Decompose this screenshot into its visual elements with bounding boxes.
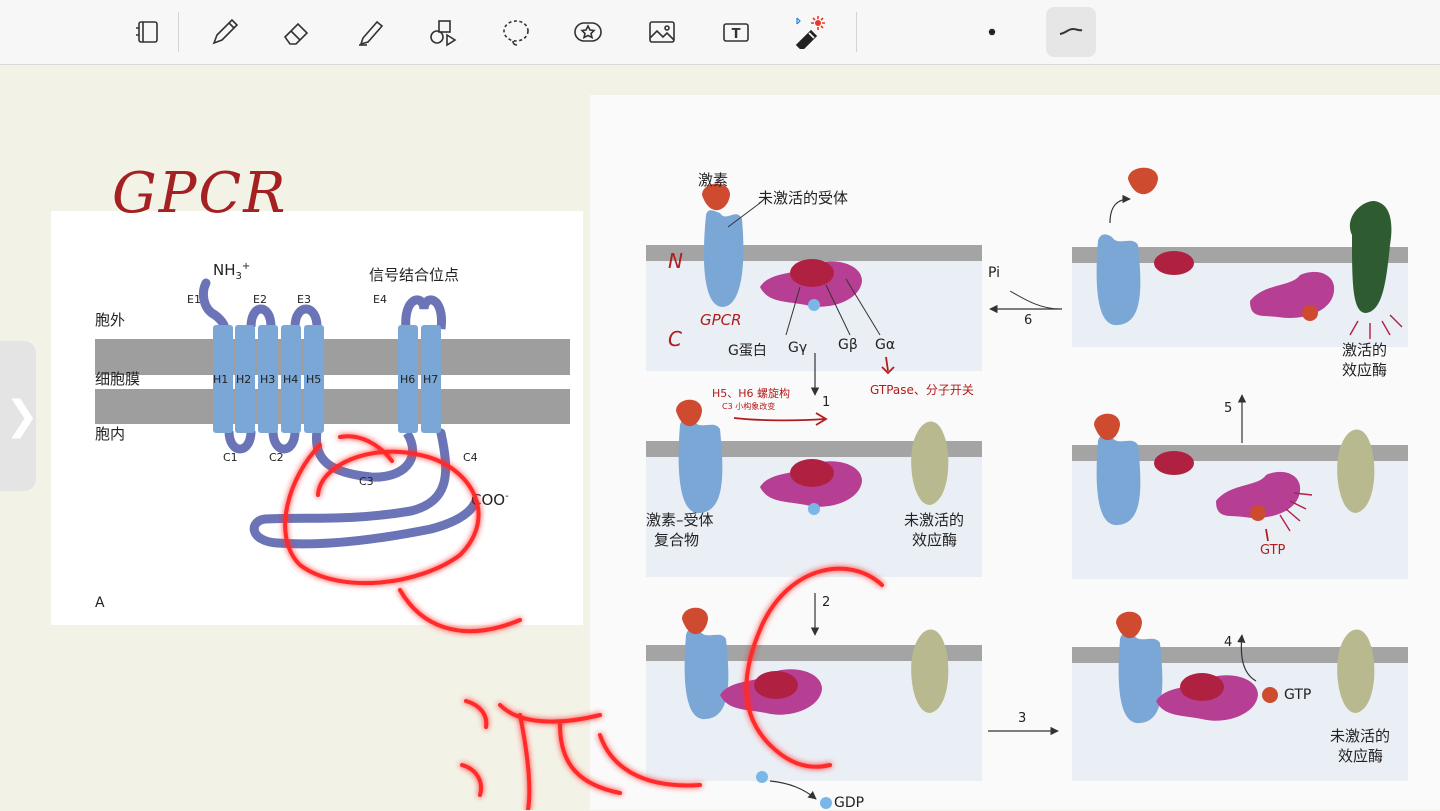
step-4-label: 4 [1224, 635, 1233, 650]
hormone-shape-panel-2 [676, 399, 702, 427]
loop-label-c1: C1 [223, 451, 238, 464]
helix-label-h6: H6 [400, 373, 416, 386]
stroke-style-icon[interactable] [1046, 7, 1096, 57]
loop-label-e3: E3 [297, 293, 311, 306]
inactive-effector-panel-2 [911, 421, 949, 505]
active-effector-label-line1: 激活的 [1342, 341, 1388, 359]
ink-big-char-hidden: 激 [0, 65, 1, 66]
drawing-toolbar: T [0, 0, 1440, 65]
loop-e2 [246, 304, 276, 328]
pen-tool-icon[interactable] [202, 10, 246, 54]
toolbar-divider [178, 12, 179, 52]
g-protein-label: G蛋白 [728, 343, 767, 359]
step-6-label: 6 [1024, 313, 1033, 328]
pi-label: Pi [988, 265, 1001, 281]
lasso-select-tool-icon[interactable] [494, 10, 538, 54]
released-hormone-shape [1128, 167, 1158, 195]
n-terminus-label: NH3+ [213, 261, 251, 282]
inactive-receptor-shape [703, 210, 744, 307]
gpcr-structure-figure: 胞外 细胞膜 胞内 NH3+ 信号结合位点 E1 E2 E3 E4 H1 H2 … [51, 211, 583, 625]
gtp-dot-panel-4 [1262, 687, 1278, 703]
helix-label-h4: H4 [283, 373, 299, 386]
released-gdp-dot [820, 797, 832, 809]
step-2-label: 2 [822, 595, 831, 610]
membrane-outer-band [95, 339, 570, 375]
neon-char-stroke-1 [464, 699, 489, 729]
inactive-effector-label-line2: 效应酶 [912, 531, 958, 549]
text-tool-icon[interactable]: T [714, 10, 758, 54]
g-protein-cycle-diagram [646, 167, 1408, 809]
ink-gtp-mark: GTP [1260, 543, 1286, 558]
loop-e3 [290, 304, 322, 328]
svg-text:T: T [732, 27, 741, 42]
g-beta-label: Gβ [838, 337, 858, 353]
chevron-right-icon: ❯ [5, 393, 39, 439]
gtp-label: GTP [1284, 687, 1312, 703]
extracellular-label: 胞外 [95, 311, 126, 329]
toolbar-divider [856, 12, 857, 52]
helix-label-h5: H5 [306, 373, 322, 386]
loop-c2 [268, 430, 300, 454]
g-beta-shape-panel-1 [790, 259, 834, 287]
helix-label-h7: H7 [423, 373, 439, 386]
binding-site-label: 信号结合位点 [369, 266, 460, 284]
shapes-tool-icon[interactable] [420, 10, 464, 54]
receptor-shape-panel-2 [678, 418, 723, 514]
loop-c3 [311, 430, 417, 482]
ink-c-mark: C [668, 327, 682, 351]
gdp-label: GDP [834, 795, 865, 811]
membrane-label: 细胞膜 [95, 370, 141, 388]
ink-galpha-note: GTPase、分子开关 [870, 383, 974, 397]
inactive-effector-label-4-line1: 未激活的 [1330, 727, 1391, 745]
gdp-dot-panel-1 [808, 299, 820, 311]
active-effector-label-line2: 效应酶 [1342, 361, 1388, 379]
g-protein-cycle-figure: 激素 未激活的受体 G蛋白 Gγ Gβ Gα 1 激素–受体 复合物 未激活的 … [590, 95, 1440, 811]
helix-label-h1: H1 [213, 373, 229, 386]
complex-label-line2: 复合物 [654, 531, 700, 549]
lasso-page-tool-icon[interactable] [126, 10, 170, 54]
loop-label-e2: E2 [253, 293, 267, 306]
inactive-receptor-label: 未激活的受体 [758, 189, 849, 207]
laser-pointer-tool-icon[interactable] [786, 10, 830, 54]
image-tool-icon[interactable] [640, 10, 684, 54]
membrane-panel-1 [646, 245, 982, 261]
g-alpha-label: Gα [875, 337, 896, 353]
intracellular-label: 胞内 [95, 425, 126, 443]
c-terminus-label: COO- [471, 491, 509, 509]
step-1-label: 1 [822, 395, 831, 410]
inactive-effector-label-line1: 未激活的 [904, 511, 965, 529]
helix-label-h2: H2 [236, 373, 252, 386]
panel-letter: A [95, 595, 105, 611]
note-canvas[interactable]: ❯ ❮ [0, 65, 1440, 811]
ink-h5h6-note: H5、H6 螺旋构 [712, 387, 791, 400]
helix-label-h3: H3 [260, 373, 276, 386]
loop-label-c2: C2 [269, 451, 284, 464]
handwritten-gpcr-title: GPCR [112, 161, 288, 226]
left-panel-handle[interactable]: ❯ [0, 341, 39, 491]
pen-size-dot-icon[interactable] [970, 10, 1014, 54]
ink-c3-note: C3 小构象改变 [722, 402, 776, 411]
loop-label-e4: E4 [373, 293, 387, 306]
complex-label-line1: 激素–受体 [646, 511, 714, 529]
gpcr-structure-diagram [95, 278, 570, 549]
sticker-tool-icon[interactable] [566, 10, 610, 54]
highlighter-tool-icon[interactable] [348, 10, 392, 54]
loop-label-c3: C3 [359, 475, 374, 488]
ink-n-mark: N [668, 249, 683, 273]
g-gamma-label: Gγ [788, 340, 808, 356]
eraser-tool-icon[interactable] [274, 10, 318, 54]
membrane-inner-band [95, 389, 570, 424]
ink-gpcr-mark: GPCR [700, 311, 742, 329]
loop-e4 [401, 295, 446, 330]
step-5-label: 5 [1224, 401, 1233, 416]
hormone-label: 激素 [698, 171, 729, 189]
loop-label-e1: E1 [187, 293, 201, 306]
inactive-effector-label-4-line2: 效应酶 [1338, 747, 1384, 765]
loop-c1 [224, 430, 256, 454]
step-3-label: 3 [1018, 711, 1027, 726]
loop-label-c4: C4 [463, 451, 478, 464]
